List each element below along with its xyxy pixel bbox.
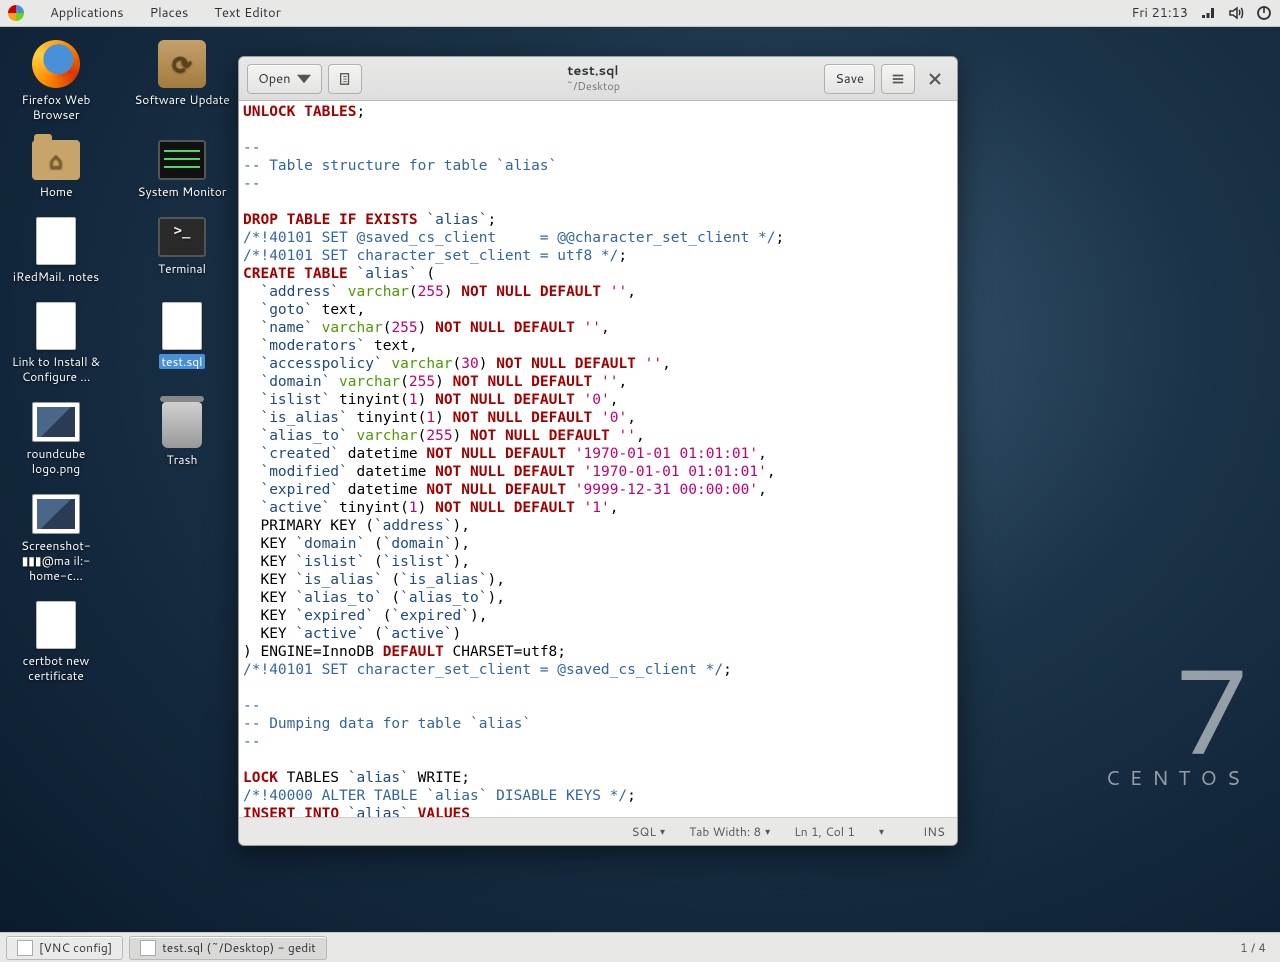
desktop-icon[interactable]: certbot new certificate bbox=[8, 601, 104, 683]
editor-view[interactable]: UNLOCK TABLES; -- -- Table structure for… bbox=[239, 101, 957, 817]
gedit-title: test.sql ~/Desktop bbox=[368, 64, 819, 93]
doc-icon bbox=[36, 601, 76, 649]
terminal-icon bbox=[158, 217, 206, 257]
desktop-icon[interactable]: iRedMail. notes bbox=[8, 217, 104, 284]
firefox-icon bbox=[32, 40, 80, 88]
power-icon[interactable] bbox=[1256, 5, 1272, 21]
desktop-icon[interactable]: roundcube logo.png bbox=[8, 402, 104, 476]
code-content[interactable]: UNLOCK TABLES; -- -- Table structure for… bbox=[239, 101, 957, 817]
desktop-icon-label: Home bbox=[39, 184, 72, 199]
status-language[interactable]: SQL▾ bbox=[631, 823, 665, 840]
taskbar-button[interactable]: [VNC config] bbox=[6, 936, 123, 960]
chevron-down-icon[interactable]: ▾ bbox=[879, 825, 884, 839]
img-icon bbox=[32, 402, 80, 442]
doc-icon bbox=[36, 217, 76, 265]
taskbar-button-label: [VNC config] bbox=[39, 939, 112, 956]
desktop-icon-label: Terminal bbox=[158, 261, 206, 276]
status-insert-mode: INS bbox=[923, 823, 945, 840]
bottom-taskbar: [VNC config] test.sql (~/Desktop) - gedit… bbox=[0, 932, 1280, 962]
desktop-icon[interactable]: Home bbox=[8, 140, 104, 199]
menu-places[interactable]: Places bbox=[146, 0, 193, 26]
close-icon bbox=[929, 73, 941, 85]
window-icon bbox=[140, 940, 156, 956]
window-close-button[interactable] bbox=[921, 65, 949, 93]
desktop-icon-label: System Monitor bbox=[137, 184, 226, 199]
desktop-icon-label: Screenshot- ▮▮▮@ma il:-home-c... bbox=[8, 538, 104, 583]
save-button[interactable]: Save bbox=[824, 64, 875, 94]
desktop-icon-label: Firefox Web Browser bbox=[8, 92, 104, 122]
gedit-window: Open test.sql ~/Desktop Save UNLOCK TABL… bbox=[238, 56, 958, 846]
desktop-icon[interactable]: System Monitor bbox=[134, 140, 230, 199]
desktop-icon-label: Link to Install & Configure ... bbox=[8, 354, 104, 384]
desktop-icon-label: roundcube logo.png bbox=[8, 446, 104, 476]
new-doc-icon bbox=[338, 72, 352, 86]
desktop-icon-label: test.sql bbox=[159, 354, 206, 369]
desktop-icon[interactable]: Link to Install & Configure ... bbox=[8, 302, 104, 384]
monitor-icon bbox=[158, 140, 206, 180]
top-panel: Applications Places Text Editor Fri 21:1… bbox=[0, 0, 1280, 27]
desktop: Firefox Web Browser Software Update Home Sy… bbox=[8, 40, 230, 683]
distro-icon bbox=[8, 5, 24, 21]
menu-texteditor[interactable]: Text Editor bbox=[210, 0, 285, 26]
desktop-icon-label: certbot new certificate bbox=[8, 653, 104, 683]
gedit-statusbar: SQL▾ Tab Width: 8▾ Ln 1, Col 1 ▾ INS bbox=[239, 817, 957, 845]
new-document-button[interactable] bbox=[328, 64, 362, 94]
desktop-icon[interactable]: Screenshot- ▮▮▮@ma il:-home-c... bbox=[8, 494, 104, 583]
trash-icon bbox=[162, 402, 202, 448]
workspace-indicator[interactable]: 1 / 4 bbox=[1232, 939, 1274, 956]
hamburger-menu-button[interactable] bbox=[881, 64, 915, 94]
desktop-icon[interactable]: Firefox Web Browser bbox=[8, 40, 104, 122]
volume-icon[interactable] bbox=[1228, 5, 1244, 21]
img-icon bbox=[32, 494, 80, 534]
network-icon[interactable] bbox=[1200, 5, 1216, 21]
clock[interactable]: Fri 21:13 bbox=[1131, 4, 1188, 22]
open-button[interactable]: Open bbox=[247, 64, 322, 94]
chevron-down-icon: ▾ bbox=[660, 825, 665, 839]
desktop-icon[interactable]: Terminal bbox=[134, 217, 230, 284]
doc-icon bbox=[36, 302, 76, 350]
status-cursor: Ln 1, Col 1 bbox=[794, 823, 855, 840]
taskbar-button-label: test.sql (~/Desktop) - gedit bbox=[162, 939, 316, 956]
menu-applications[interactable]: Applications bbox=[46, 0, 128, 26]
desktop-icon[interactable]: test.sql bbox=[134, 302, 230, 384]
doc-icon bbox=[162, 302, 202, 350]
update-icon bbox=[158, 40, 206, 88]
folder-icon bbox=[32, 140, 80, 180]
desktop-icon[interactable]: Software Update bbox=[134, 40, 230, 122]
chevron-down-icon bbox=[297, 72, 311, 86]
desktop-icon-label: Software Update bbox=[134, 92, 229, 107]
desktop-icon-label: Trash bbox=[167, 452, 198, 467]
taskbar-button[interactable]: test.sql (~/Desktop) - gedit bbox=[129, 936, 327, 960]
status-tabwidth[interactable]: Tab Width: 8▾ bbox=[689, 823, 770, 840]
gedit-headerbar: Open test.sql ~/Desktop Save bbox=[239, 57, 957, 101]
chevron-down-icon: ▾ bbox=[765, 825, 770, 839]
centos-watermark: 7 CENTOS bbox=[1106, 660, 1250, 792]
hamburger-icon bbox=[891, 72, 905, 86]
window-icon bbox=[17, 940, 33, 956]
desktop-icon[interactable]: Trash bbox=[134, 402, 230, 476]
desktop-icon-label: iRedMail. notes bbox=[13, 269, 99, 284]
